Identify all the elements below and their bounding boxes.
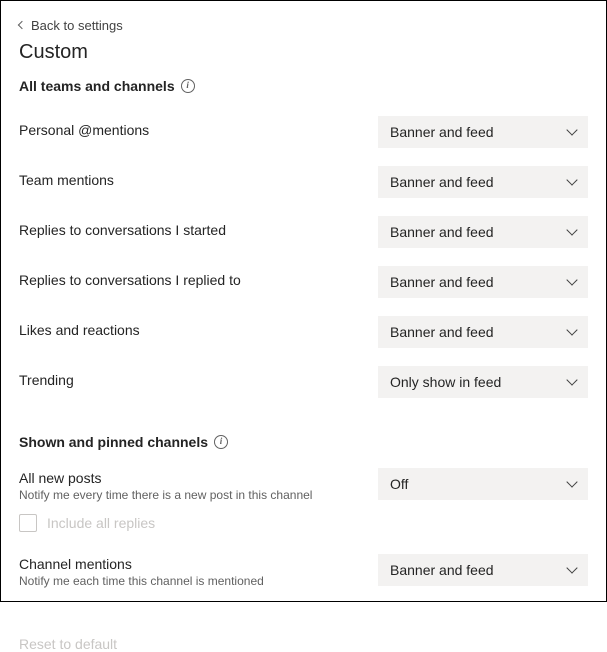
- checkbox-icon: [19, 514, 37, 532]
- dropdown-value: Off: [390, 476, 408, 492]
- setting-label: All new posts: [19, 470, 378, 486]
- setting-label: Likes and reactions: [19, 316, 378, 338]
- dropdown-team-mentions[interactable]: Banner and feed: [378, 166, 588, 198]
- row-all-new-posts: All new posts Notify me every time there…: [19, 468, 588, 502]
- chevron-down-icon: [566, 274, 577, 285]
- setting-label: Trending: [19, 366, 378, 388]
- chevron-down-icon: [566, 476, 577, 487]
- setting-label: Replies to conversations I replied to: [19, 266, 378, 288]
- section-heading-text: Shown and pinned channels: [19, 434, 208, 450]
- info-icon[interactable]: i: [181, 79, 195, 93]
- dropdown-likes-reactions[interactable]: Banner and feed: [378, 316, 588, 348]
- info-icon[interactable]: i: [214, 435, 228, 449]
- row-trending: Trending Only show in feed: [19, 366, 588, 398]
- section-heading-text: All teams and channels: [19, 78, 175, 94]
- row-team-mentions: Team mentions Banner and feed: [19, 166, 588, 198]
- chevron-down-icon: [566, 124, 577, 135]
- setting-label: Channel mentions: [19, 556, 378, 572]
- chevron-down-icon: [566, 174, 577, 185]
- row-replies-replied: Replies to conversations I replied to Ba…: [19, 266, 588, 298]
- chevron-down-icon: [566, 224, 577, 235]
- dropdown-value: Banner and feed: [390, 124, 494, 140]
- setting-label: Personal @mentions: [19, 116, 378, 138]
- chevron-left-icon: [18, 21, 26, 29]
- dropdown-replies-started[interactable]: Banner and feed: [378, 216, 588, 248]
- section-heading-shown-pinned: Shown and pinned channels i: [19, 434, 588, 450]
- back-label: Back to settings: [31, 18, 123, 33]
- row-replies-started: Replies to conversations I started Banne…: [19, 216, 588, 248]
- setting-label: Team mentions: [19, 166, 378, 188]
- dropdown-value: Banner and feed: [390, 174, 494, 190]
- row-likes-reactions: Likes and reactions Banner and feed: [19, 316, 588, 348]
- chevron-down-icon: [566, 324, 577, 335]
- dropdown-value: Banner and feed: [390, 224, 494, 240]
- dropdown-personal-mentions[interactable]: Banner and feed: [378, 116, 588, 148]
- dropdown-channel-mentions[interactable]: Banner and feed: [378, 554, 588, 586]
- setting-label: Replies to conversations I started: [19, 216, 378, 238]
- dropdown-value: Only show in feed: [390, 374, 501, 390]
- dropdown-all-new-posts[interactable]: Off: [378, 468, 588, 500]
- section-heading-all-teams: All teams and channels i: [19, 78, 588, 94]
- dropdown-value: Banner and feed: [390, 324, 494, 340]
- dropdown-value: Banner and feed: [390, 562, 494, 578]
- checkbox-include-all-replies: Include all replies: [19, 514, 588, 532]
- dropdown-replies-replied[interactable]: Banner and feed: [378, 266, 588, 298]
- setting-sublabel: Notify me each time this channel is ment…: [19, 574, 378, 588]
- setting-sublabel: Notify me every time there is a new post…: [19, 488, 378, 502]
- page-title: Custom: [19, 41, 588, 64]
- row-channel-mentions: Channel mentions Notify me each time thi…: [19, 554, 588, 588]
- chevron-down-icon: [566, 562, 577, 573]
- checkbox-label: Include all replies: [47, 515, 155, 531]
- dropdown-value: Banner and feed: [390, 274, 494, 290]
- chevron-down-icon: [566, 374, 577, 385]
- reset-to-default-link[interactable]: Reset to default: [19, 636, 117, 652]
- dropdown-trending[interactable]: Only show in feed: [378, 366, 588, 398]
- row-personal-mentions: Personal @mentions Banner and feed: [19, 116, 588, 148]
- back-to-settings-link[interactable]: Back to settings: [19, 18, 123, 33]
